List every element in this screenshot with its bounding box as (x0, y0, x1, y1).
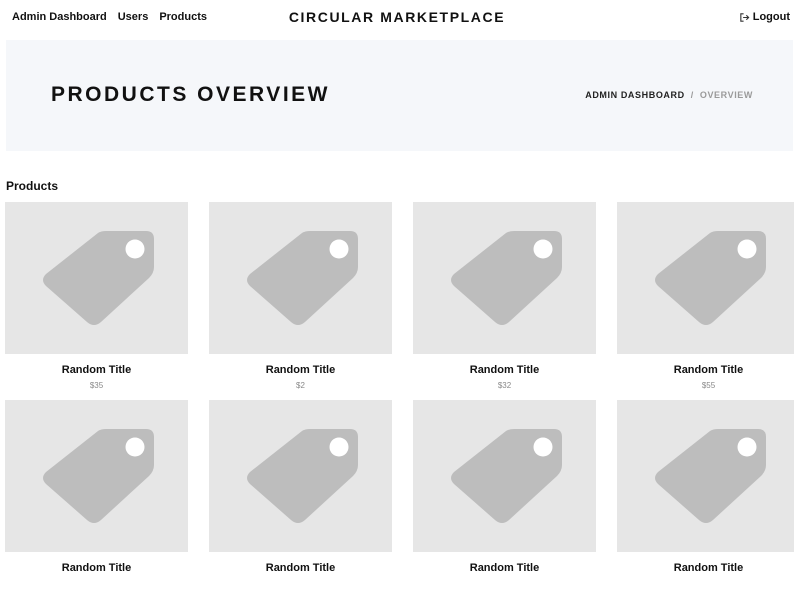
product-price: $55 (701, 381, 716, 390)
page-header: PRODUCTS OVERVIEW ADMIN DASHBOARD / OVER… (6, 40, 793, 151)
product-card[interactable]: Random Title (209, 400, 392, 598)
breadcrumb-admin-dashboard[interactable]: ADMIN DASHBOARD (585, 90, 685, 100)
product-image[interactable] (209, 400, 392, 552)
product-title[interactable]: Random Title (617, 364, 794, 376)
product-card[interactable]: Random Title $32 (413, 202, 596, 400)
product-card[interactable]: Random Title $35 (5, 202, 188, 400)
breadcrumb-current: OVERVIEW (699, 90, 753, 100)
product-card[interactable]: Random Title (5, 400, 188, 598)
price-tag-icon (655, 231, 766, 325)
top-navbar: Admin Dashboard Users Products CIRCULAR … (0, 0, 794, 36)
product-grid: Random Title $35 Random Title $2 Random Titl… (5, 202, 794, 598)
price-tag-icon (43, 231, 154, 325)
product-price: $32 (497, 381, 512, 390)
product-title[interactable]: Random Title (209, 562, 392, 574)
product-card[interactable]: Random Title $55 (617, 202, 794, 400)
product-image[interactable] (5, 400, 188, 552)
brand-title[interactable]: CIRCULAR MARKETPLACE (0, 9, 794, 25)
logout-button[interactable]: Logout (739, 11, 790, 23)
product-price: $35 (89, 381, 104, 390)
page-title: PRODUCTS OVERVIEW (51, 83, 330, 106)
product-card[interactable]: Random Title $2 (209, 202, 392, 400)
price-tag-icon (247, 231, 358, 325)
logout-label: Logout (752, 11, 790, 23)
breadcrumb: ADMIN DASHBOARD / OVERVIEW (585, 90, 753, 100)
logout-icon (740, 12, 750, 22)
product-image[interactable] (209, 202, 392, 354)
price-tag-icon (451, 429, 562, 523)
price-tag-icon (43, 429, 154, 523)
section-title: Products (6, 179, 59, 193)
price-tag-icon (247, 429, 358, 523)
product-title[interactable]: Random Title (413, 562, 596, 574)
product-title[interactable]: Random Title (209, 364, 392, 376)
product-title[interactable]: Random Title (5, 364, 188, 376)
product-title[interactable]: Random Title (5, 562, 188, 574)
product-title[interactable]: Random Title (413, 364, 596, 376)
price-tag-icon (451, 231, 562, 325)
breadcrumb-separator: / (690, 90, 694, 100)
product-image[interactable] (413, 400, 596, 552)
product-price: $2 (296, 381, 305, 390)
product-card[interactable]: Random Title (617, 400, 794, 598)
product-title[interactable]: Random Title (617, 562, 794, 574)
product-card[interactable]: Random Title (413, 400, 596, 598)
price-tag-icon (655, 429, 766, 523)
product-image[interactable] (617, 400, 794, 552)
product-image[interactable] (617, 202, 794, 354)
product-image[interactable] (413, 202, 596, 354)
product-image[interactable] (5, 202, 188, 354)
